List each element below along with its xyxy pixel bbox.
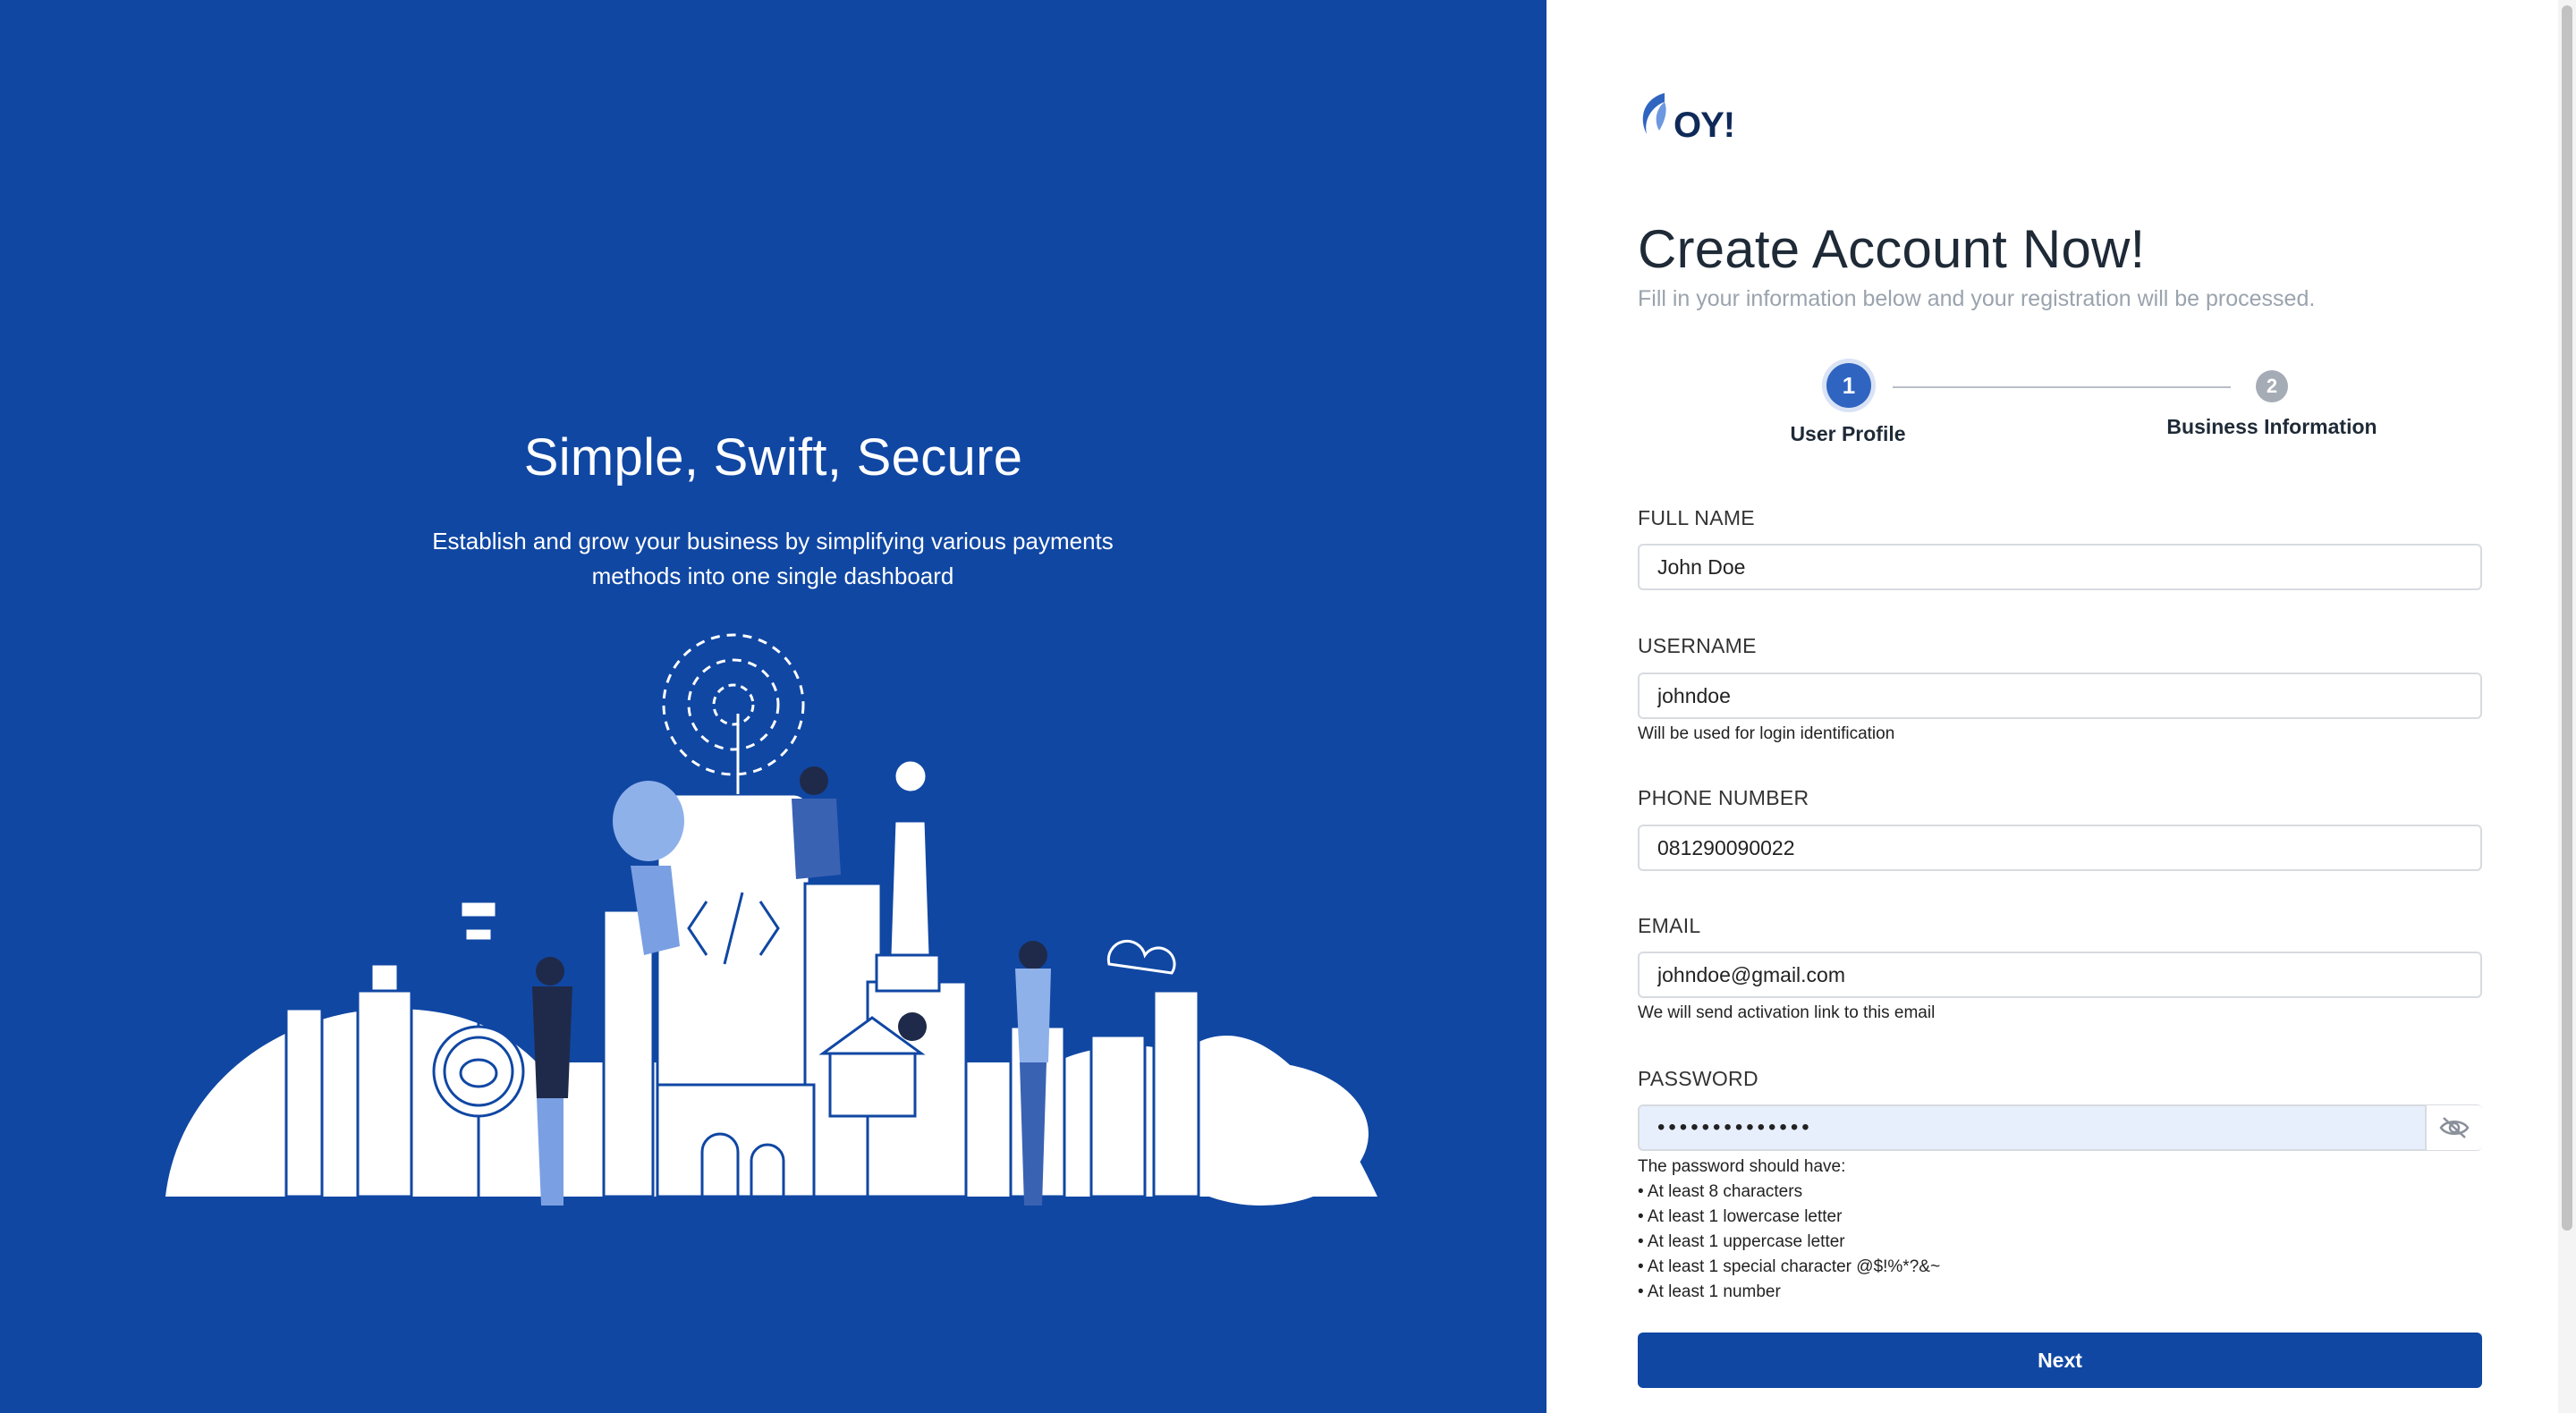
oy-logo: OY! xyxy=(1638,89,1754,145)
full-name-label: FULL NAME xyxy=(1638,506,1755,529)
password-rule-item: At least 1 lowercase letter xyxy=(1638,1205,1940,1230)
phone-label: PHONE NUMBER xyxy=(1638,786,1809,809)
step-2-label: Business Information xyxy=(2166,415,2377,438)
password-rules-list: At least 8 characters At least 1 lowerca… xyxy=(1638,1180,1940,1305)
password-rules-heading: The password should have: xyxy=(1638,1157,1846,1176)
page-title: Create Account Now! xyxy=(1638,219,2146,279)
hero-subtitle-line-1: Establish and grow your business by simp… xyxy=(432,528,1114,554)
logo-text: OY! xyxy=(1674,106,1735,145)
stepper-connector xyxy=(1893,386,2231,388)
username-input[interactable] xyxy=(1638,673,2482,719)
username-help: Will be used for login identification xyxy=(1638,724,1895,743)
password-rule-item: At least 1 special character @$!%*?&~ xyxy=(1638,1255,1940,1280)
password-rule-item: At least 1 number xyxy=(1638,1280,1940,1305)
step-1-indicator: 1 xyxy=(1826,363,1871,408)
password-input[interactable] xyxy=(1638,1104,2482,1151)
scrollbar-thumb[interactable] xyxy=(2562,5,2572,1231)
phone-input[interactable] xyxy=(1638,825,2482,871)
password-rule-item: At least 1 uppercase letter xyxy=(1638,1230,1940,1255)
page-subtitle: Fill in your information below and your … xyxy=(1638,286,2316,311)
eye-off-icon xyxy=(2439,1117,2470,1138)
step-2-indicator: 2 xyxy=(2256,370,2288,402)
email-input[interactable] xyxy=(1638,952,2482,998)
hero-title: Simple, Swift, Secure xyxy=(523,428,1023,487)
next-button[interactable]: Next xyxy=(1638,1333,2482,1388)
hero-subtitle: Establish and grow your business by simp… xyxy=(415,524,1131,594)
full-name-input[interactable] xyxy=(1638,544,2482,590)
step-1-label: User Profile xyxy=(1790,422,1906,445)
hero-panel: Simple, Swift, Secure Establish and grow… xyxy=(0,0,1546,1413)
leaf-icon xyxy=(1642,93,1666,134)
password-label: PASSWORD xyxy=(1638,1067,1758,1090)
password-visibility-toggle[interactable] xyxy=(2425,1105,2482,1150)
password-rules: The password should have: At least 8 cha… xyxy=(1638,1155,1940,1305)
hero-subtitle-line-2: methods into one single dashboard xyxy=(591,563,954,589)
username-label: USERNAME xyxy=(1638,634,1757,657)
email-help: We will send activation link to this ema… xyxy=(1638,1003,1936,1022)
password-rule-item: At least 8 characters xyxy=(1638,1180,1940,1205)
city-illustration xyxy=(165,633,1377,1206)
email-label: EMAIL xyxy=(1638,914,1701,937)
